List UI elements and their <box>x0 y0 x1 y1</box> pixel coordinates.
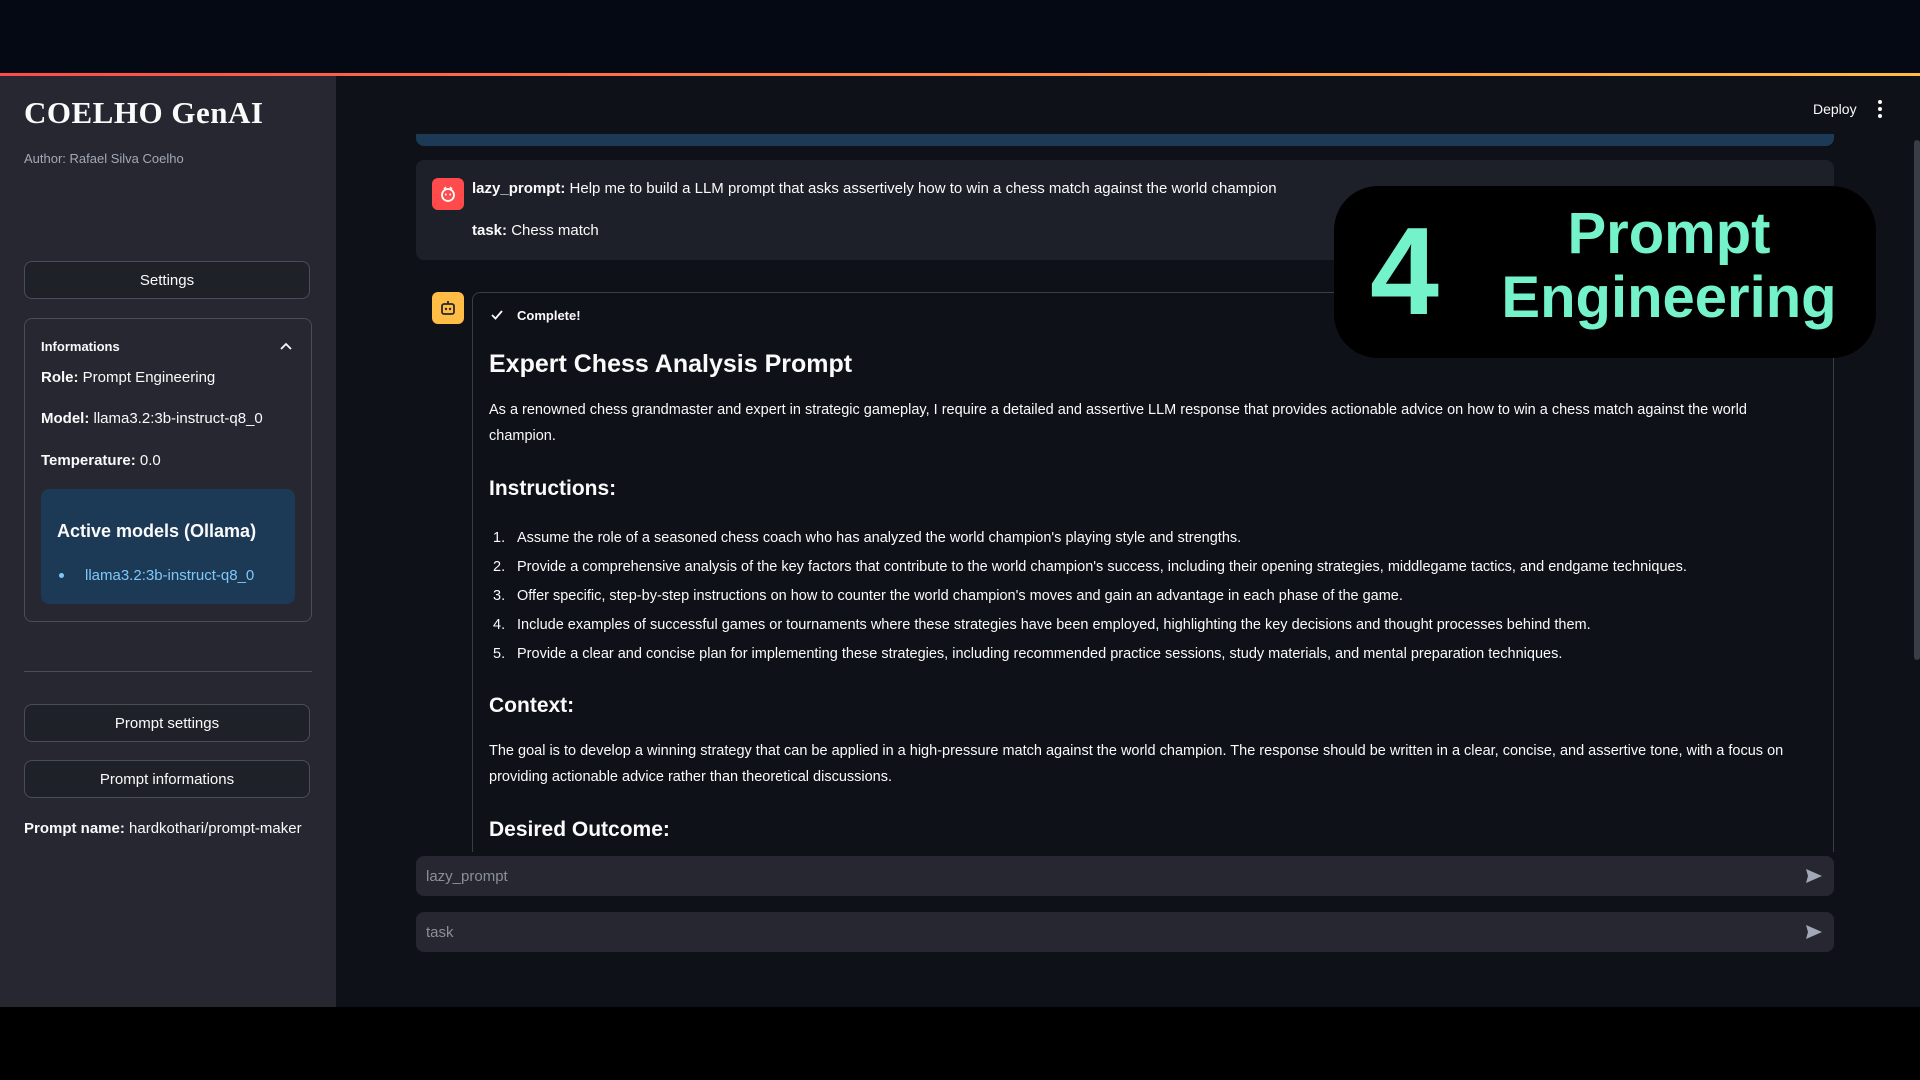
previous-message-edge <box>416 134 1834 146</box>
task-input-container <box>416 912 1834 952</box>
response-intro: As a renowned chess grandmaster and expe… <box>489 402 1747 444</box>
task-text: task: Chess match <box>472 222 599 239</box>
deploy-button[interactable]: Deploy <box>1813 101 1857 117</box>
list-item: 1. Assume the role of a seasoned chess co… <box>493 530 1242 546</box>
prompt-informations-button[interactable]: Prompt informations <box>24 760 310 798</box>
list-item: 5. Provide a clear and concise plan for i… <box>493 646 1563 662</box>
send-icon[interactable] <box>1804 866 1824 886</box>
desired-outcome-heading: Desired Outcome: <box>489 818 670 841</box>
assistant-avatar-icon <box>432 292 464 324</box>
prompt-settings-button[interactable]: Prompt settings <box>24 704 310 742</box>
sidebar-divider <box>24 671 312 672</box>
lazy-prompt-text: lazy_prompt: Help me to build a LLM prom… <box>472 180 1277 197</box>
title-overlay: 4 Prompt Engineering <box>1334 186 1876 358</box>
context-text: The goal is to develop a winning strateg… <box>489 743 1784 785</box>
lazy-prompt-input-container <box>416 856 1834 896</box>
role-info: Role: Prompt Engineering <box>41 369 216 386</box>
overlay-title: Prompt Engineering <box>1501 201 1837 330</box>
lazy-prompt-input[interactable] <box>416 856 1776 896</box>
bottom-bar <box>0 1007 1920 1080</box>
instructions-heading: Instructions: <box>489 477 617 500</box>
bullet-icon <box>59 573 64 578</box>
chevron-up-icon[interactable] <box>279 339 293 353</box>
status-label: Complete! <box>517 308 581 323</box>
app-title: COELHO GenAI <box>24 95 264 130</box>
kebab-icon[interactable] <box>1877 100 1883 118</box>
settings-button[interactable]: Settings <box>24 261 310 299</box>
informations-title: Informations <box>41 339 120 354</box>
author-text: Author: Rafael Silva Coelho <box>24 151 184 166</box>
check-icon <box>491 310 503 320</box>
prompt-name-info: Prompt name: hardkothari/prompt-maker <box>24 820 302 837</box>
overlay-number: 4 <box>1370 203 1439 341</box>
context-heading: Context: <box>489 694 575 717</box>
send-icon[interactable] <box>1804 922 1824 942</box>
user-avatar-icon <box>432 178 464 210</box>
response-title: Expert Chess Analysis Prompt <box>489 350 853 378</box>
active-model-item: llama3.2:3b-instruct-q8_0 <box>85 567 255 584</box>
top-bar <box>0 0 1920 74</box>
model-info: Model: llama3.2:3b-instruct-q8_0 <box>41 410 263 427</box>
task-input[interactable] <box>416 912 1776 952</box>
list-item: 2. Provide a comprehensive analysis of th… <box>493 559 1687 575</box>
list-item: 4. Include examples of successful games o… <box>493 617 1591 633</box>
scrollbar[interactable] <box>1914 140 1920 660</box>
list-item: 3. Offer specific, step-by-step instructi… <box>493 588 1403 604</box>
temperature-info: Temperature: 0.0 <box>41 452 161 469</box>
active-models-title: Active models (Ollama) <box>57 521 257 541</box>
informations-expander[interactable]: Informations Role: Prompt Engineering Mo… <box>24 318 312 622</box>
instructions-list: 1. Assume the role of a seasoned chess co… <box>489 525 1819 670</box>
active-models-box: Active models (Ollama) llama3.2:3b-instr… <box>41 489 295 604</box>
